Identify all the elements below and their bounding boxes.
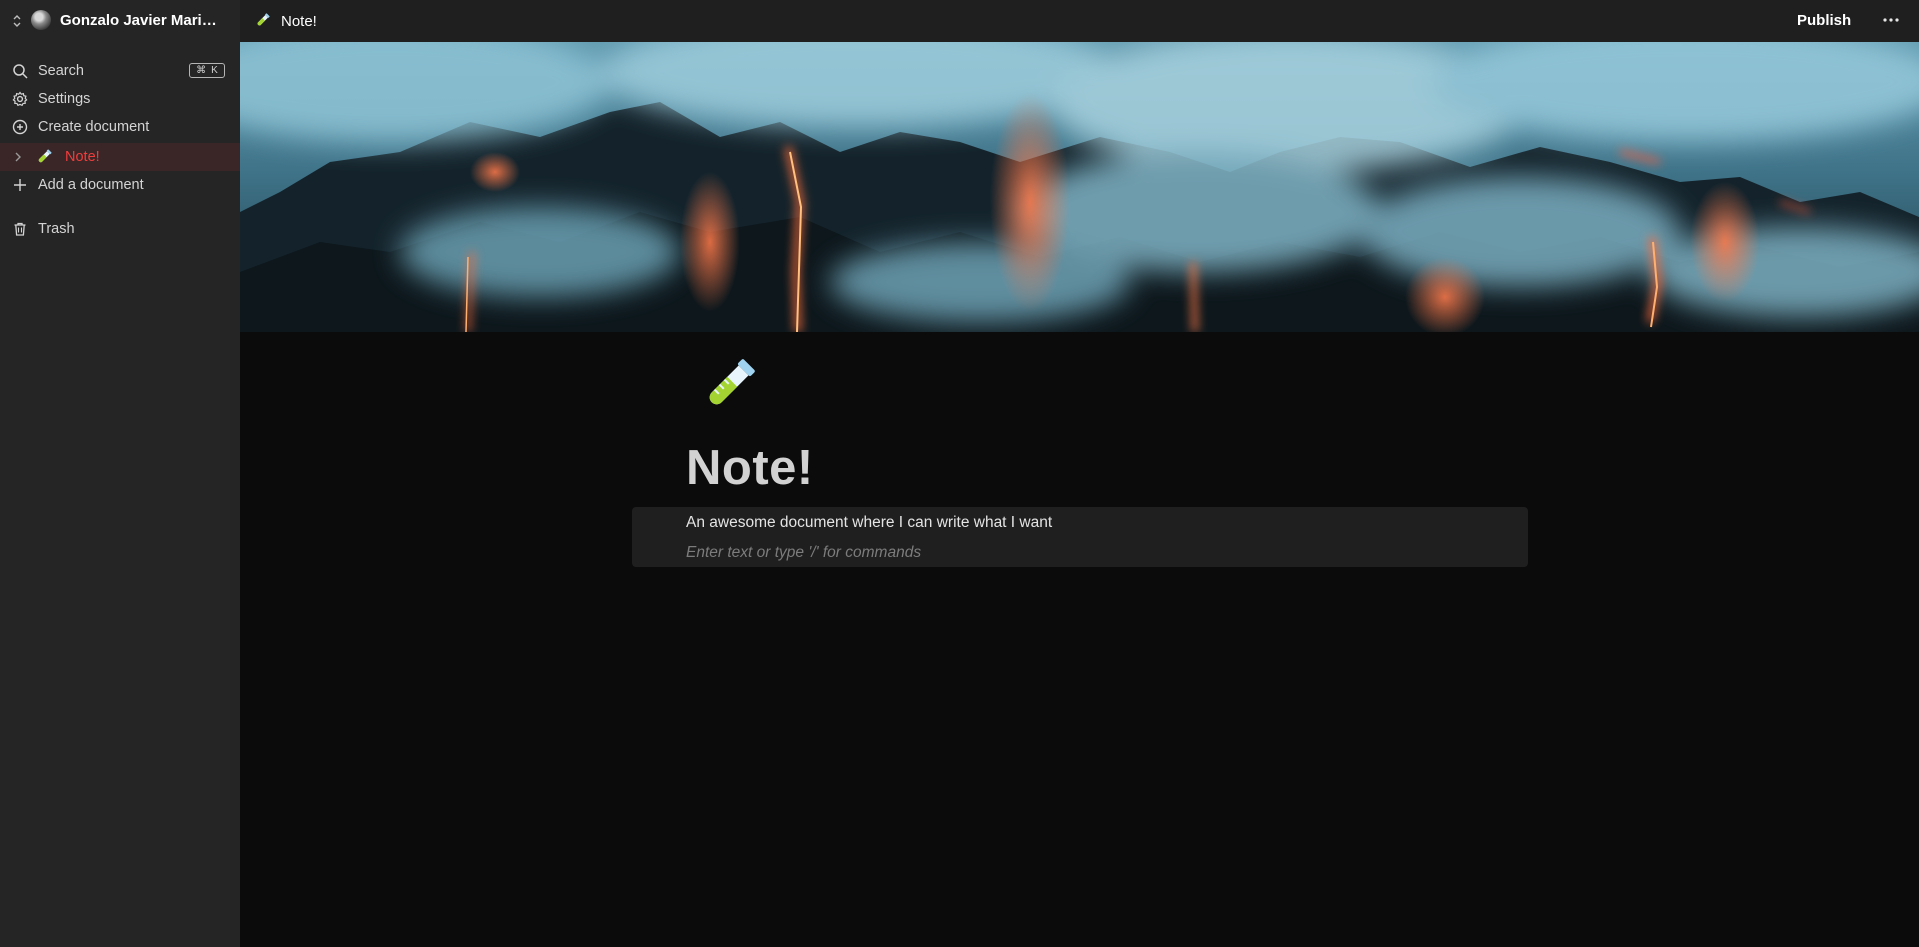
search-icon: [13, 64, 28, 79]
avatar: [31, 10, 51, 30]
gear-icon: [12, 91, 28, 107]
editor-block[interactable]: An awesome document where I can write wh…: [632, 507, 1528, 567]
plus-circle-icon: [12, 119, 28, 135]
sidebar-item-settings[interactable]: Settings: [0, 85, 240, 113]
test-tube-icon: [257, 13, 270, 26]
more-horizontal-icon[interactable]: [1880, 10, 1902, 30]
test-tube-icon: [38, 149, 52, 163]
trash-icon: [14, 222, 26, 236]
sidebar-item-label: Note!: [65, 149, 100, 165]
body-text[interactable]: An awesome document where I can write wh…: [686, 514, 1052, 532]
chevron-up-down-icon: [13, 15, 21, 27]
sidebar: Gonzalo Javier Marin... Search ⌘ K Setti…: [0, 0, 240, 947]
page-title[interactable]: Note!: [686, 440, 814, 496]
breadcrumb-title[interactable]: Note!: [281, 13, 317, 30]
cover-image[interactable]: [240, 42, 1919, 332]
sidebar-item-trash[interactable]: Trash: [0, 215, 240, 243]
command-key-icon: ⌘: [196, 65, 207, 76]
sidebar-item-label: Add a document: [38, 177, 144, 193]
sidebar-item-label: Search: [38, 63, 84, 79]
plus-icon: [14, 179, 26, 191]
sidebar-document-note[interactable]: Note!: [0, 143, 240, 171]
sidebar-item-label: Create document: [38, 119, 150, 135]
test-tube-icon[interactable]: [696, 354, 760, 418]
workspace-name: Gonzalo Javier Marin...: [60, 12, 218, 29]
publish-button[interactable]: Publish: [1797, 12, 1851, 29]
chevron-right-icon[interactable]: [14, 152, 22, 162]
sidebar-item-label: Settings: [38, 91, 91, 107]
sidebar-item-label: Trash: [38, 221, 75, 237]
shortcut-key: K: [211, 65, 218, 76]
workspace-switcher[interactable]: Gonzalo Javier Marin...: [0, 0, 240, 42]
sidebar-item-add-document[interactable]: Add a document: [0, 171, 240, 199]
top-bar: Note! Publish: [240, 0, 1919, 42]
sidebar-item-create-document[interactable]: Create document: [0, 113, 240, 141]
editor-placeholder[interactable]: Enter text or type '/' for commands: [686, 544, 921, 562]
sidebar-item-search[interactable]: Search ⌘ K: [0, 57, 240, 85]
shortcut-badge: ⌘ K: [189, 63, 225, 78]
